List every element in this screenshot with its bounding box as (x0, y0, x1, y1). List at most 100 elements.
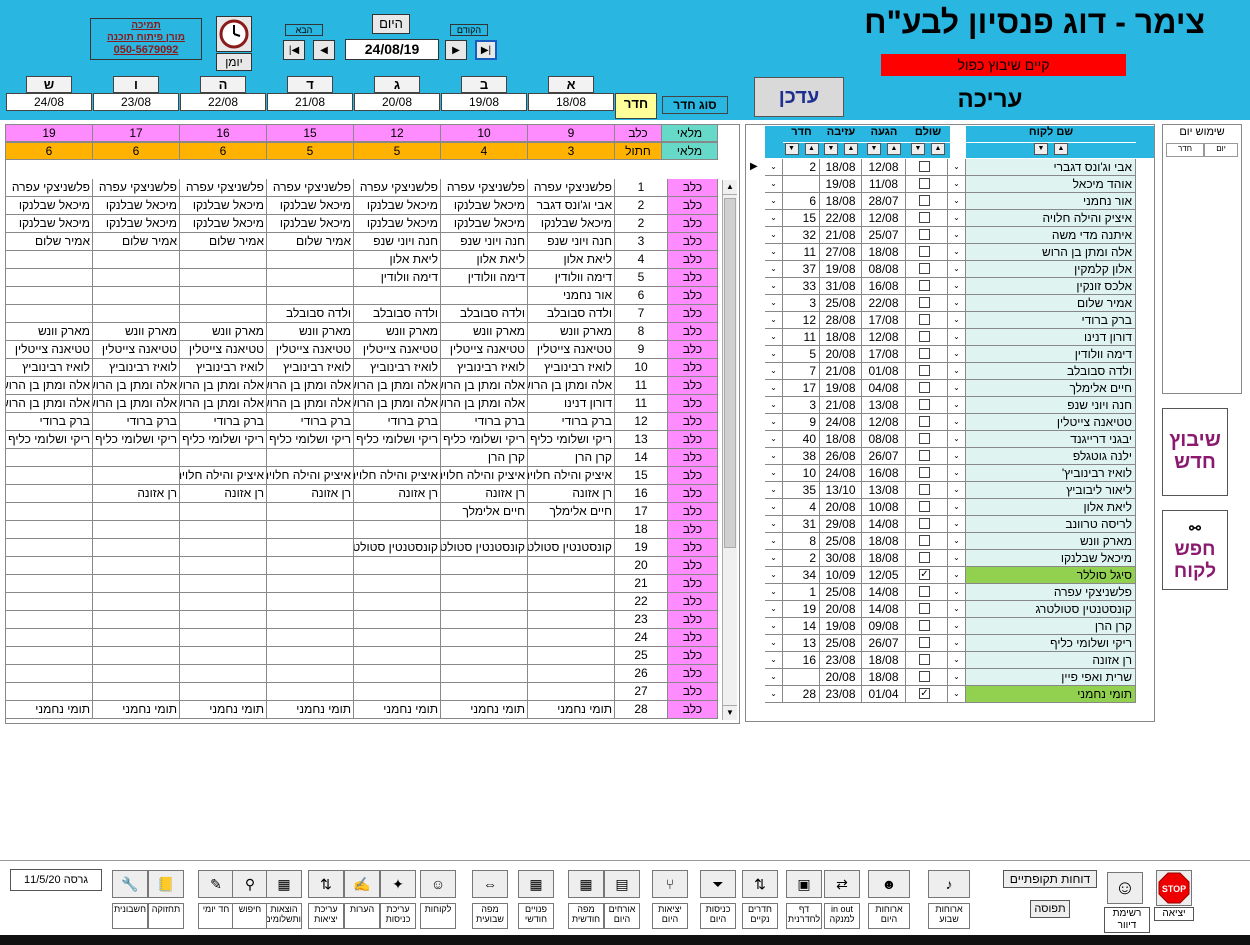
booking-cell[interactable] (267, 269, 354, 287)
toolbar-label-0[interactable]: חשבונית (112, 903, 148, 929)
booking-cell[interactable]: מארק וונש (93, 323, 180, 341)
booking-cell[interactable] (6, 575, 93, 593)
customer-name[interactable]: אלכס זונקין (966, 278, 1136, 295)
forward-arrow-icon[interactable]: ▶ (445, 40, 467, 60)
departure-date[interactable]: 27/08 (820, 244, 862, 261)
arrival-date[interactable]: 12/08 (862, 329, 906, 346)
departure-date[interactable]: 13/10 (820, 482, 862, 499)
booking-cell[interactable] (6, 593, 93, 611)
paid-checkbox[interactable] (919, 433, 930, 444)
arrival-date[interactable]: 18/08 (862, 669, 906, 686)
paid-checkbox[interactable] (919, 297, 930, 308)
arrival-date[interactable]: 12/05 (862, 567, 906, 584)
excel-icon[interactable]: ▦ (266, 870, 302, 898)
table-icon[interactable]: ▤ (604, 870, 640, 898)
booking-cell[interactable] (528, 575, 615, 593)
booking-cell[interactable]: טטיאנה צייטלין (6, 341, 93, 359)
sort-asc-icon[interactable]: ▲ (844, 143, 858, 155)
booking-cell[interactable]: תומי נחמני (93, 701, 180, 719)
booking-cell[interactable] (93, 251, 180, 269)
toolbar-label-14[interactable]: כניסות היום (700, 903, 736, 929)
paid-checkbox[interactable] (919, 229, 930, 240)
arrival-date[interactable]: 08/08 (862, 431, 906, 448)
name-dropdown-icon[interactable]: ⌄ (948, 448, 966, 465)
departure-date[interactable]: 25/08 (820, 295, 862, 312)
periodic-reports-button[interactable]: דוחות תקופתיים (1003, 870, 1097, 888)
booking-cell[interactable]: ריקי ושלומי כליף (354, 431, 441, 449)
booking-cell[interactable]: ולדה סבובלב (267, 305, 354, 323)
name-dropdown-icon[interactable]: ⌄ (948, 159, 966, 176)
customer-name[interactable]: קרן הרן (966, 618, 1136, 635)
name-dropdown-icon[interactable]: ⌄ (948, 567, 966, 584)
arrival-date[interactable]: 18/08 (862, 244, 906, 261)
booking-cell[interactable]: ליאת אלון (528, 251, 615, 269)
paid-checkbox[interactable] (919, 518, 930, 529)
arrival-date[interactable]: 14/08 (862, 584, 906, 601)
booking-cell[interactable]: ולדה סבובלב (354, 305, 441, 323)
booking-cell[interactable]: מארק וונש (528, 323, 615, 341)
customer-name[interactable]: איציק והילה חלויה (966, 210, 1136, 227)
booking-cell[interactable] (93, 305, 180, 323)
customer-name[interactable]: יבגני דרייגנד (966, 431, 1136, 448)
departure-date[interactable]: 23/08 (820, 686, 862, 703)
customer-name[interactable]: לואיז רבינוביץ' (966, 465, 1136, 482)
toolbar-label-16[interactable]: דף לחדרנית (786, 903, 822, 929)
arrows-icon[interactable]: ⇅ (308, 870, 344, 898)
room-number[interactable] (783, 176, 820, 193)
booking-cell[interactable]: ברק ברודי (528, 413, 615, 431)
departure-date[interactable]: 29/08 (820, 516, 862, 533)
customer-name[interactable]: איתנה מדי משה (966, 227, 1136, 244)
date-field[interactable]: 24/08/19 (345, 39, 439, 60)
booking-cell[interactable] (6, 521, 93, 539)
booking-cell[interactable]: טטיאנה צייטלין (180, 341, 267, 359)
booking-cell[interactable] (441, 575, 528, 593)
booking-cell[interactable] (267, 287, 354, 305)
smile-icon[interactable]: ☺ (420, 870, 456, 898)
departure-date[interactable]: 20/08 (820, 346, 862, 363)
booking-cell[interactable]: תומי נחמני (180, 701, 267, 719)
booking-cell[interactable]: מיכאל שבלנקו (354, 215, 441, 233)
room-dropdown-icon[interactable]: ⌄ (765, 550, 783, 567)
booking-cell[interactable]: פלשניצקי עפרה (93, 179, 180, 197)
booking-cell[interactable] (528, 557, 615, 575)
departure-date[interactable]: 18/08 (820, 193, 862, 210)
customer-name[interactable]: ליאת אלון (966, 499, 1136, 516)
name-dropdown-icon[interactable]: ⌄ (948, 686, 966, 703)
booking-cell[interactable] (441, 665, 528, 683)
note-icon[interactable]: ✍ (344, 870, 380, 898)
room-dropdown-icon[interactable]: ⌄ (765, 686, 783, 703)
booking-cell[interactable] (354, 287, 441, 305)
booking-cell[interactable] (441, 557, 528, 575)
customer-name[interactable]: אבי וג'ונס דגברי (966, 159, 1136, 176)
booking-cell[interactable] (6, 611, 93, 629)
name-dropdown-icon[interactable]: ⌄ (948, 499, 966, 516)
booking-cell[interactable] (93, 449, 180, 467)
room-dropdown-icon[interactable]: ⌄ (765, 584, 783, 601)
booking-cell[interactable]: דימה וולודין (354, 269, 441, 287)
booking-cell[interactable] (354, 575, 441, 593)
arrival-date[interactable]: 17/08 (862, 346, 906, 363)
name-dropdown-icon[interactable]: ⌄ (948, 295, 966, 312)
name-dropdown-icon[interactable]: ⌄ (948, 431, 966, 448)
name-dropdown-icon[interactable]: ⌄ (948, 652, 966, 669)
departure-date[interactable]: 19/08 (820, 261, 862, 278)
booking-cell[interactable]: אלה ומתן בן הרוש (6, 377, 93, 395)
booking-cell[interactable] (354, 683, 441, 701)
booking-cell[interactable]: טטיאנה צייטלין (354, 341, 441, 359)
booking-cell[interactable] (180, 683, 267, 701)
booking-cell[interactable]: איציק והילה חלויה (528, 467, 615, 485)
toolbar-label-9[interactable]: מפה שבועית (472, 903, 508, 929)
room-number[interactable]: 1 (783, 584, 820, 601)
booking-cell[interactable] (267, 593, 354, 611)
booking-cell[interactable]: פלשניצקי עפרה (6, 179, 93, 197)
toolbar-label-1[interactable]: תחזוקה (148, 903, 184, 929)
booking-cell[interactable] (93, 575, 180, 593)
booking-cell[interactable]: אלה ומתן בן הרוש (180, 395, 267, 413)
booking-cell[interactable]: ברק ברודי (180, 413, 267, 431)
booking-cell[interactable]: תומי נחמני (6, 701, 93, 719)
booking-cell[interactable] (528, 521, 615, 539)
booking-cell[interactable] (267, 251, 354, 269)
booking-cell[interactable]: איציק והילה חלויה (180, 467, 267, 485)
booking-cell[interactable]: אלה ומתן בן הרוש (93, 377, 180, 395)
booking-cell[interactable] (267, 557, 354, 575)
